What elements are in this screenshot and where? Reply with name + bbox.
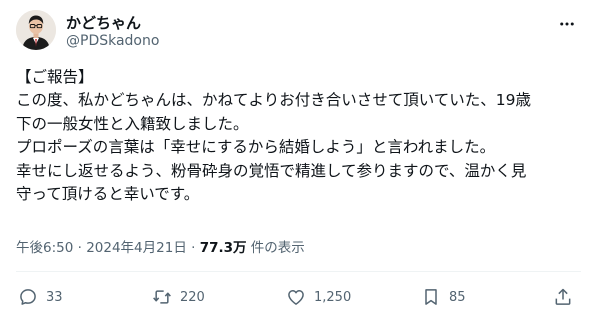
tweet-timestamp[interactable]: 午後6:50 · 2024年4月21日 [16,240,187,256]
like-count: 1,250 [314,289,352,305]
tweet-text-line: 下の一般女性と入籍致しました。 [16,114,249,133]
heart-icon [288,290,304,305]
tweet-meta: 午後6:50 · 2024年4月21日 · 77.3万 件の表示 [16,236,305,256]
repost-button[interactable]: 220 [152,285,205,309]
share-icon [555,288,571,305]
tweet-card: かどちゃん @PDSkadono 【ご報告】 この度、私かどちゃんは、かねてより… [0,0,597,321]
tweet-text-line: 幸せにし返せるよう、粉骨砕身の覚悟で精進して参りますので、温かく見 [16,161,527,180]
repost-count: 220 [180,289,205,305]
tweet-text-line: プロポーズの言葉は「幸せにするから結婚しよう」と言われました。 [16,138,496,157]
bookmark-icon [425,289,437,305]
author-handle[interactable]: @PDSkadono [66,33,159,49]
reply-button[interactable]: 33 [18,285,63,309]
divider [16,271,581,272]
profile-photo-icon [16,10,56,50]
tweet-header: かどちゃん @PDSkadono [16,10,585,54]
bookmark-count: 85 [449,289,466,305]
tweet-text-line: 【ご報告】 [16,68,94,86]
bookmark-button[interactable]: 85 [421,285,466,309]
more-horizontal-icon [560,22,574,26]
action-bar: 33 220 1,250 85 [0,281,597,315]
like-button[interactable]: 1,250 [286,285,351,309]
tweet-text-line: この度、私かどちゃんは、かねてよりお付き合いさせて頂いていた、19歳 [16,91,531,110]
views-count[interactable]: 77.3万 [200,240,247,256]
views-label: 件の表示 [246,240,305,256]
repost-icon [153,290,171,304]
meta-separator: · [186,240,200,256]
tweet-text: 【ご報告】 この度、私かどちゃんは、かねてよりお付き合いさせて頂いていた、19歳… [16,66,586,206]
reply-icon [20,289,36,305]
reply-count: 33 [46,289,63,305]
share-button[interactable] [553,285,573,309]
tweet-text-line: 守って頂けると幸いです。 [16,185,200,204]
avatar[interactable] [16,10,56,50]
more-options-button[interactable] [555,12,579,36]
author-display-name[interactable]: かどちゃん [66,12,141,33]
